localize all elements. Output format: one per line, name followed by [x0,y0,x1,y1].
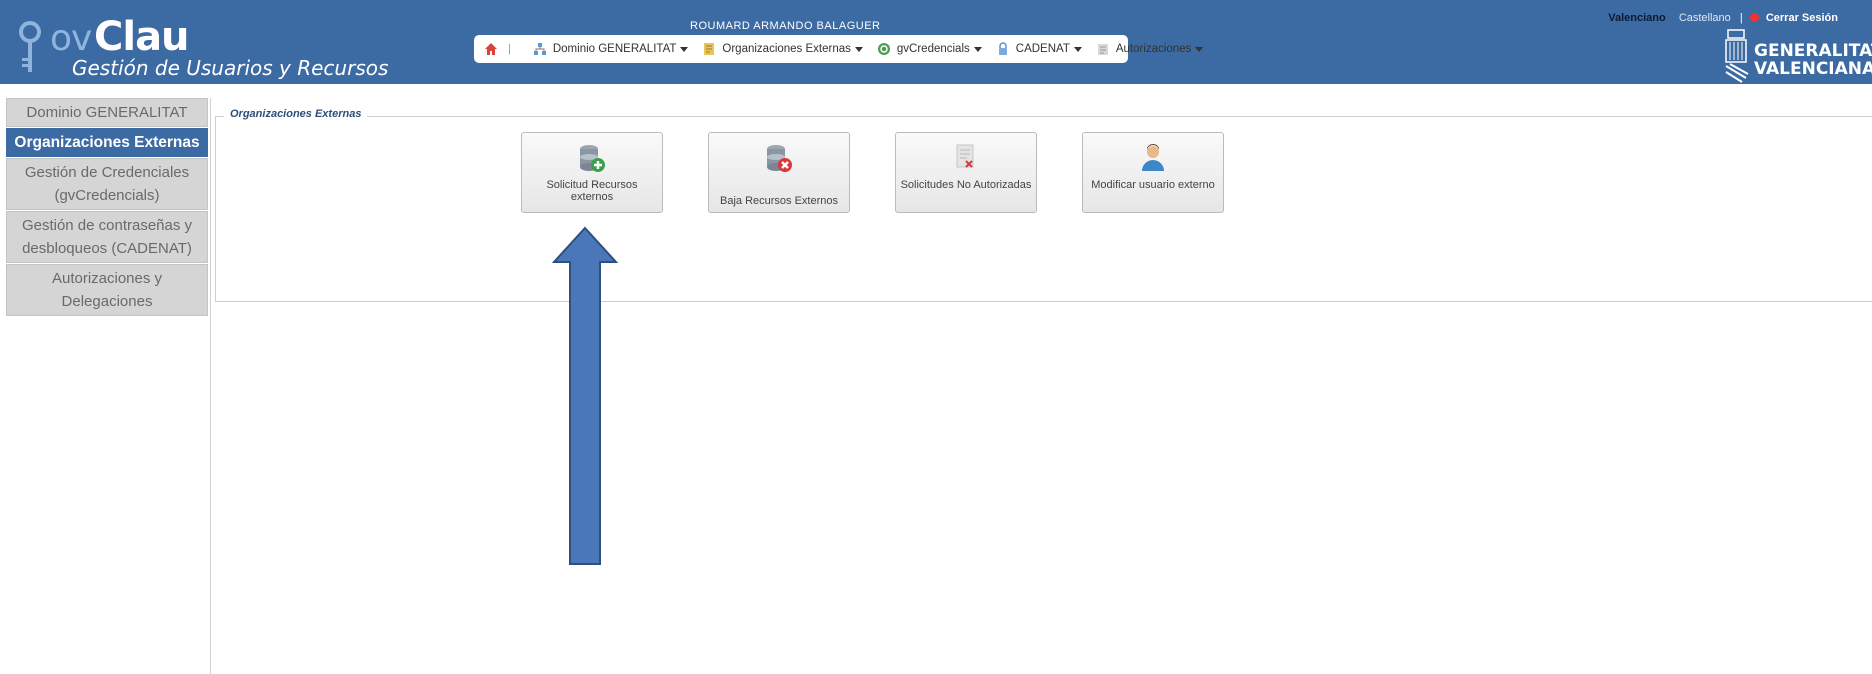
caret-down-icon [680,46,689,52]
nav-label: Organizaciones Externas [722,43,851,55]
logo-subtitle: Gestión de Usuarios y Recursos [72,56,389,80]
gva-line1: GENERALITAT [1754,41,1872,61]
sidebar-menu: Dominio GENERALITAT Organizaciones Exter… [6,98,210,317]
sidebar-divider [210,98,211,674]
nav-label: Dominio GENERALITAT [552,43,677,55]
card-label: Modificar usuario externo [1091,179,1215,191]
fieldset-legend: Organizaciones Externas [224,108,368,120]
database-remove-icon [767,145,792,172]
nav-gvcredencials[interactable]: gvCredencials [877,42,982,56]
generalitat-logo: GENERALITAT VALENCIANA [1718,28,1872,84]
card-label: Solicitud Recursos externos [546,179,638,203]
sidebar-item-dominio-generalitat[interactable]: Dominio GENERALITAT [6,98,208,127]
caret-down-icon [1195,46,1204,52]
logo-ov-text: ov [50,18,92,59]
logout-link[interactable]: Cerrar Sesión [1766,12,1838,24]
nav-label: gvCredencials [896,43,970,55]
caret-down-icon [854,46,863,52]
user-icon [1142,144,1164,171]
logged-user-name: ROUMARD ARMANDO BALAGUER [690,20,881,32]
coat-of-arms-icon [1725,29,1749,83]
lang-valenciano-link[interactable]: Valenciano [1608,12,1665,24]
database-add-icon [580,145,605,172]
lang-separator: | [1739,12,1743,24]
top-navigation: | Dominio GENERALITAT Organizaciones Ext… [474,35,1204,63]
modificar-usuario-button[interactable]: Modificar usuario externo [1082,132,1224,213]
document-icon [704,43,715,55]
document-rejected-icon [956,144,974,168]
nav-cadenat[interactable]: CADENAT [996,42,1082,56]
key-icon [19,21,41,72]
up-arrow-annotation [552,226,618,565]
nav-label: Autorizaciones [1115,43,1192,55]
sidebar-item-gestion-credenciales[interactable]: Gestión de Credenciales (gvCredencials) [6,158,208,210]
power-icon [1749,13,1759,22]
generalitat-text: GENERALITAT VALENCIANA [1754,42,1872,78]
home-link[interactable]: | [484,42,519,56]
nav-organizaciones-externas[interactable]: Organizaciones Externas [702,42,863,56]
language-bar: Valenciano Castellano | Cerrar Sesión [1608,12,1838,24]
header-bar: ov Clau Gestión de Usuarios y Recursos R… [0,0,1872,84]
lang-castellano-link[interactable]: Castellano [1679,12,1731,24]
nav-separator: | [508,43,511,55]
caret-down-icon [973,46,982,52]
nav-autorizaciones[interactable]: Autorizaciones [1096,42,1204,56]
baja-recursos-button[interactable]: Baja Recursos Externos [708,132,850,213]
sidebar-item-gestion-contrasenas[interactable]: Gestión de contraseñas y desbloqueos (CA… [6,211,208,263]
network-icon [533,43,546,55]
sidebar-item-organizaciones-externas[interactable]: Organizaciones Externas [6,128,208,157]
sidebar-item-autorizaciones[interactable]: Autorizaciones y Delegaciones [6,264,208,316]
nav-label: CADENAT [1015,43,1070,55]
app-logo[interactable]: ov Clau Gestión de Usuarios y Recursos [8,8,388,80]
caret-down-icon [1073,46,1082,52]
card-label: Solicitudes No Autorizadas [900,179,1032,191]
refresh-icon [877,43,890,55]
logo-clau-text: Clau [94,14,190,60]
solicitud-recursos-button[interactable]: Solicitud Recursos externos [521,132,663,213]
home-icon [485,43,497,55]
gva-line2: VALENCIANA [1754,59,1872,79]
lock-icon [998,42,1007,55]
clipboard-icon [1097,44,1108,55]
organizaciones-fieldset [215,116,1872,302]
card-label: Baja Recursos Externos [720,195,838,207]
nav-dominio-generalitat[interactable]: Dominio GENERALITAT [533,42,689,56]
solicitudes-no-autorizadas-button[interactable]: Solicitudes No Autorizadas [895,132,1037,213]
